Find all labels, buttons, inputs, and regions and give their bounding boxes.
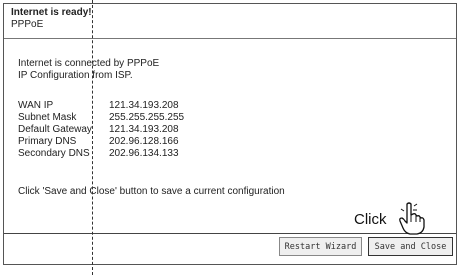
info-row-secondary-dns: Secondary DNS 202.96.134.133 <box>18 148 184 160</box>
panel-title: Internet is ready! <box>11 7 92 18</box>
save-instruction: Click 'Save and Close' button to save a … <box>18 186 285 197</box>
info-label: WAN IP <box>18 100 54 111</box>
save-and-close-button[interactable]: Save and Close <box>368 237 453 256</box>
connection-type: PPPoE <box>11 19 44 30</box>
info-label: Default Gateway <box>18 124 92 135</box>
info-row-primary-dns: Primary DNS 202.96.128.166 <box>18 136 184 148</box>
wizard-panel: Internet is ready! PPPoE Internet is con… <box>3 3 457 265</box>
info-value: 121.34.193.208 <box>109 100 179 111</box>
description-line-2: IP Configuration from ISP. <box>18 70 133 81</box>
pointing-hand-icon <box>399 202 425 235</box>
restart-wizard-button[interactable]: Restart Wizard <box>279 237 362 256</box>
info-row-subnet-mask: Subnet Mask 255.255.255.255 <box>18 112 184 124</box>
info-value: 121.34.193.208 <box>109 124 179 135</box>
footer-divider <box>4 233 456 234</box>
info-label: Primary DNS <box>18 136 77 147</box>
click-callout-text: Click <box>354 211 387 228</box>
description-line-1: Internet is connected by PPPoE <box>18 58 160 69</box>
info-value: 202.96.128.166 <box>109 136 179 147</box>
info-row-wan-ip: WAN IP 121.34.193.208 <box>18 100 184 112</box>
connection-info-table: WAN IP 121.34.193.208 Subnet Mask 255.25… <box>18 100 184 160</box>
dashed-guide-line <box>92 0 93 275</box>
info-value: 255.255.255.255 <box>109 112 185 123</box>
info-label: Secondary DNS <box>18 148 90 159</box>
info-row-default-gateway: Default Gateway 121.34.193.208 <box>18 124 184 136</box>
panel-header: Internet is ready! PPPoE <box>4 4 456 39</box>
info-value: 202.96.134.133 <box>109 148 179 159</box>
info-label: Subnet Mask <box>18 112 77 123</box>
status-description: Internet is connected by PPPoE IP Config… <box>18 58 159 82</box>
